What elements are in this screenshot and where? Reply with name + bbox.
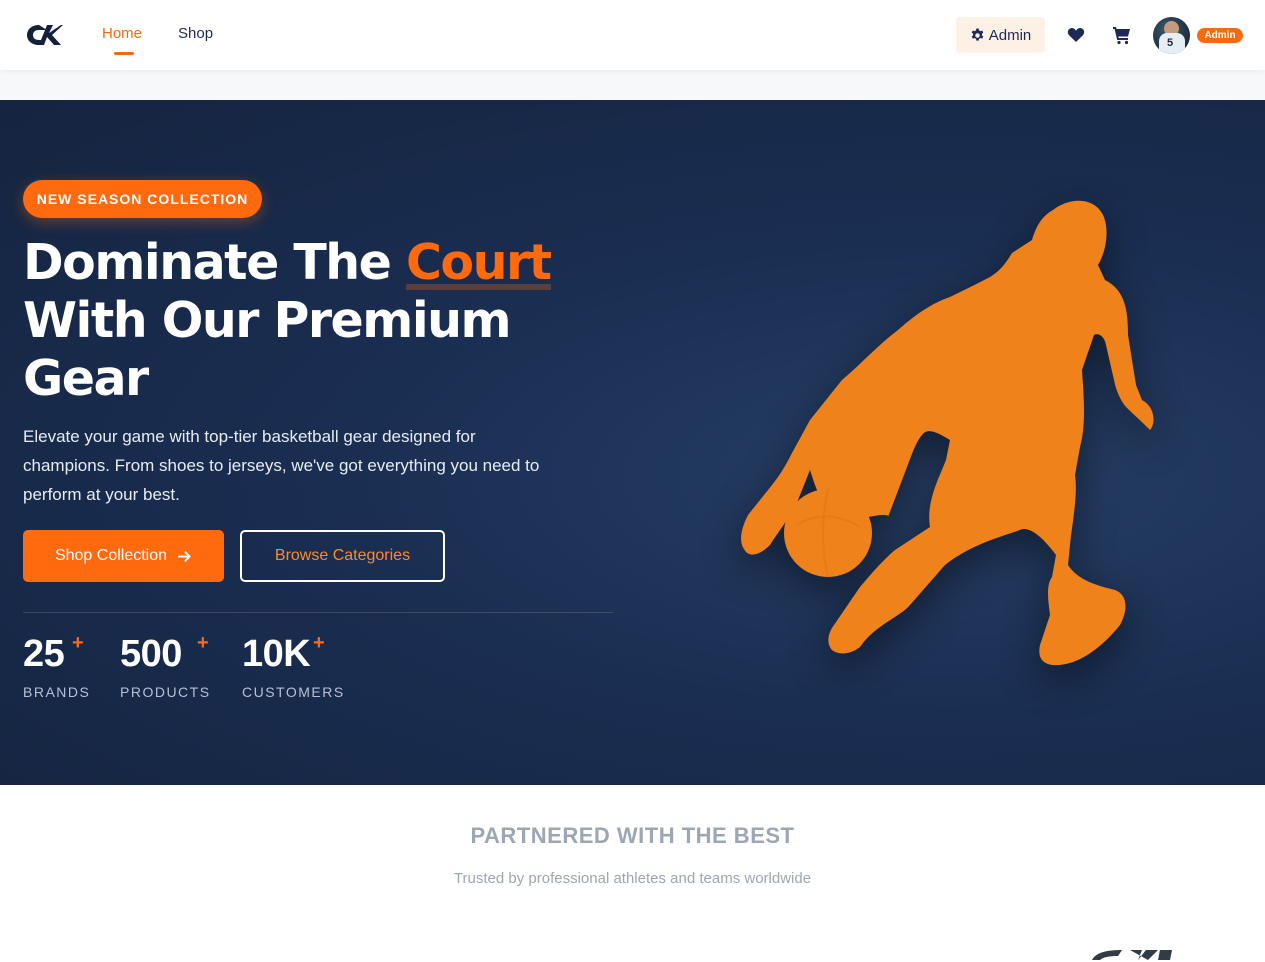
stat-products: 500 + PRODUCTS (120, 632, 209, 700)
admin-button[interactable]: Admin (956, 17, 1045, 53)
nav-subbar (0, 70, 1265, 100)
stat-value: 10K (242, 633, 311, 675)
stat-customers: 10K + CUSTOMERS (242, 632, 343, 700)
hero-headline: Dominate The Court With Our Premium Gear (23, 234, 623, 408)
partners-subtitle: Trusted by professional athletes and tea… (453, 870, 812, 887)
heart-icon[interactable] (1066, 25, 1086, 45)
gear-icon (971, 27, 984, 41)
stat-label: CUSTOMERS (242, 684, 345, 700)
hero-section: NEW SEASON COLLECTION Dominate The Court… (0, 100, 1265, 785)
partner-logo (1092, 950, 1172, 960)
role-badge: Admin (1197, 28, 1243, 43)
stat-plus: + (197, 632, 209, 654)
basketball-player-illustration (741, 200, 1154, 666)
headline-part2: With Our Premium Gear (23, 292, 512, 407)
shop-collection-button[interactable]: Shop Collection (23, 530, 224, 582)
stat-plus: + (72, 632, 84, 654)
stats-divider (23, 612, 613, 613)
browse-categories-button[interactable]: Browse Categories (240, 530, 445, 582)
arrow-right-icon (177, 550, 191, 562)
user-avatar[interactable]: 5 (1153, 17, 1190, 54)
headline-accent: Court (405, 234, 552, 291)
season-badge: NEW SEASON COLLECTION (23, 180, 262, 218)
avatar-jersey-number: 5 (1167, 37, 1174, 49)
active-nav-indicator (114, 52, 134, 55)
stat-brands: 25 + BRANDS (23, 632, 89, 700)
partners-title: PARTNERED WITH THE BEST (470, 823, 795, 848)
stat-label: PRODUCTS (120, 684, 211, 700)
cart-icon[interactable] (1112, 25, 1132, 45)
brand-logo[interactable] (25, 22, 63, 48)
nav-home-link[interactable]: Home (102, 25, 142, 42)
shop-collection-label: Shop Collection (54, 547, 168, 564)
hero-description: Elevate your game with top-tier basketba… (23, 427, 540, 504)
nav-shop-link[interactable]: Shop (178, 25, 213, 42)
admin-button-label: Admin (988, 26, 1032, 44)
stat-value: 25 (23, 633, 65, 675)
navbar: Home Shop Admin 5 Admin (0, 0, 1265, 70)
headline-part1: Dominate The (23, 234, 406, 291)
stat-label: BRANDS (23, 684, 91, 700)
stat-value: 500 (120, 633, 182, 675)
stat-plus: + (313, 632, 325, 654)
